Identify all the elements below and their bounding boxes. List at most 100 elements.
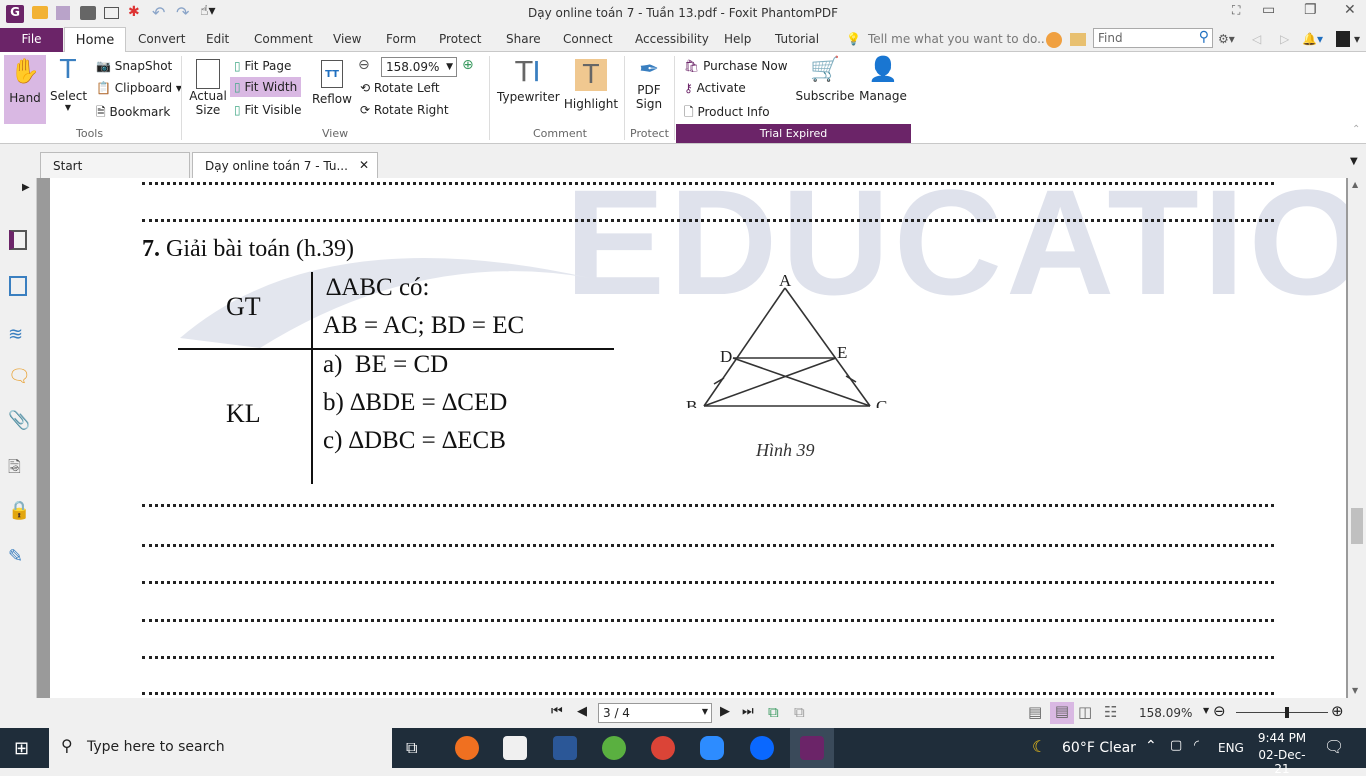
meet-now-icon[interactable]: ▢ [1170, 738, 1182, 753]
zoom-dropdown-icon[interactable]: ▼ [1203, 706, 1209, 715]
continuous-facing-icon[interactable]: ☷ [1104, 703, 1117, 721]
tab-comment[interactable]: Comment [254, 32, 313, 46]
product-info-button[interactable]: 🗋 Product Info [684, 103, 770, 124]
status-zoom-value[interactable]: 158.09% [1139, 706, 1192, 720]
subscribe-button[interactable]: 🛒 Subscribe [795, 55, 855, 125]
find-input[interactable]: Find ⚲ [1093, 28, 1213, 48]
accessibility-panel-icon[interactable]: ✎ [8, 546, 23, 567]
firefox-icon[interactable] [455, 736, 479, 760]
fit-width-button[interactable]: ▯ Fit Width [230, 77, 302, 97]
collapse-ribbon-icon[interactable]: ⌃ [1352, 124, 1360, 135]
chrome-icon[interactable] [651, 736, 675, 760]
status-zoom-out-icon[interactable]: ⊖ [1213, 702, 1226, 720]
tab-connect[interactable]: Connect [563, 32, 613, 46]
reflow-button[interactable]: TT Reflow [312, 55, 352, 125]
minimize-button[interactable]: ▭ [1262, 2, 1275, 18]
bookmark-button[interactable]: 🗎 Bookmark [96, 103, 170, 124]
signatures-panel-icon[interactable]: 🗟 [8, 456, 21, 483]
microsoft-store-icon[interactable] [503, 736, 527, 760]
hand-button[interactable]: ✋ Hand [4, 55, 46, 124]
bell-icon[interactable]: 🔔▾ [1302, 32, 1323, 46]
tab-list-dropdown-icon[interactable]: ▼ [1350, 156, 1358, 167]
expand-panel-icon[interactable]: ▶ [22, 182, 30, 193]
typewriter-button[interactable]: TI Typewriter [497, 55, 560, 125]
show-hidden-icons[interactable]: ⌃ [1145, 738, 1157, 754]
security-panel-icon[interactable]: 🔒 [8, 500, 30, 521]
vertical-scrollbar[interactable]: ▲ ▼ [1348, 178, 1366, 698]
search-icon[interactable]: ⚲ [1199, 29, 1209, 45]
scroll-down-icon[interactable]: ▼ [1352, 686, 1358, 695]
layers-panel-icon[interactable]: ≋ [8, 324, 23, 345]
restore-button[interactable]: ❐ [1304, 2, 1317, 18]
fullscreen-icon[interactable]: ⛶ [1232, 3, 1240, 18]
prev-icon[interactable]: ◁ [1252, 32, 1261, 46]
heart-icon[interactable] [1046, 32, 1062, 48]
first-page-icon[interactable]: ⏮ [551, 704, 563, 719]
pdf-page[interactable]: EDUCATION 7. Giải bài toán (h.39) GT ∆AB… [50, 178, 1346, 698]
weather-text[interactable]: 60°F Clear [1062, 740, 1136, 756]
tab-edit[interactable]: Edit [206, 32, 229, 46]
windows-start-icon[interactable]: ⊞ [14, 738, 29, 759]
attachments-panel-icon[interactable]: 📎 [8, 410, 30, 431]
coccoc-icon[interactable] [602, 736, 626, 760]
tab-tutorial[interactable]: Tutorial [775, 32, 819, 46]
task-view-icon[interactable]: ⧉ [406, 738, 417, 758]
user-avatar-icon[interactable] [1336, 31, 1350, 47]
pages-panel-icon[interactable] [9, 276, 27, 296]
tab-home[interactable]: Home [64, 27, 126, 53]
tab-view[interactable]: View [333, 32, 361, 46]
single-page-icon[interactable]: ▤ [1028, 703, 1042, 721]
status-zoom-in-icon[interactable]: ⊕ [1331, 702, 1344, 720]
foxit-taskbar-button[interactable] [790, 728, 834, 768]
tab-start[interactable]: Start [40, 152, 190, 178]
tab-file[interactable]: File [0, 28, 63, 52]
tab-help[interactable]: Help [724, 32, 751, 46]
taskbar-search-input[interactable]: ⚲ Type here to search [49, 728, 392, 768]
zoom-app-icon[interactable] [700, 736, 724, 760]
search-folder-icon[interactable] [1070, 33, 1086, 46]
zoom-select[interactable]: 158.09% ▼ [381, 57, 457, 77]
page-number-input[interactable]: 3 / 4 ▼ [598, 703, 712, 723]
last-page-icon[interactable]: ⏭ [742, 704, 754, 719]
activate-button[interactable]: ⚷ Activate [684, 81, 746, 95]
zoom-in-icon[interactable]: ⊕ [462, 57, 474, 73]
previous-view-icon[interactable]: ⧉ [768, 703, 779, 721]
settings-icon[interactable]: ⚙▾ [1218, 32, 1235, 46]
tell-me-input[interactable]: Tell me what you want to do.. [868, 32, 1045, 46]
clock[interactable]: 9:44 PM 02-Dec-21 [1252, 731, 1312, 776]
word-icon[interactable] [553, 736, 577, 760]
tab-protect[interactable]: Protect [439, 32, 481, 46]
snapshot-button[interactable]: 📷 SnapShot [96, 59, 172, 73]
tab-accessibility[interactable]: Accessibility [635, 32, 709, 46]
language-indicator[interactable]: ENG [1218, 741, 1244, 755]
scroll-thumb[interactable] [1351, 508, 1363, 544]
select-button[interactable]: T Select ▼ [50, 55, 87, 124]
comments-panel-icon[interactable]: 🗨 [8, 366, 31, 387]
close-tab-icon[interactable]: ✕ [359, 158, 369, 172]
rotate-right-button[interactable]: ⟳ Rotate Right [360, 103, 449, 117]
tab-document[interactable]: Dạy online toán 7 - Tu... ✕ [192, 152, 378, 178]
next-view-icon[interactable]: ⧉ [794, 703, 805, 721]
wifi-icon[interactable]: ◜ [1194, 738, 1199, 753]
continuous-page-icon[interactable]: ▤ [1050, 702, 1074, 724]
bookmarks-panel-icon[interactable] [9, 230, 27, 250]
next-page-icon[interactable]: ▶ [720, 704, 730, 719]
tab-form[interactable]: Form [386, 32, 416, 46]
fit-visible-button[interactable]: ▯ Fit Visible [234, 103, 302, 117]
zoom-out-icon[interactable]: ⊖ [358, 57, 370, 73]
next-icon[interactable]: ▷ [1280, 32, 1289, 46]
zalo-icon[interactable] [750, 736, 774, 760]
facing-page-icon[interactable]: ◫ [1078, 703, 1092, 721]
fit-page-button[interactable]: ▯ Fit Page [234, 59, 291, 73]
rotate-left-button[interactable]: ⟲ Rotate Left [360, 81, 440, 95]
highlight-button[interactable]: T Highlight [563, 55, 619, 125]
notifications-icon[interactable]: 🗨 [1324, 737, 1344, 756]
actual-size-button[interactable]: Actual Size [188, 55, 228, 125]
zoom-slider[interactable] [1236, 712, 1328, 713]
tab-convert[interactable]: Convert [138, 32, 185, 46]
zoom-slider-thumb[interactable] [1284, 707, 1289, 718]
user-dropdown-icon[interactable]: ▾ [1354, 32, 1360, 46]
manage-button[interactable]: 👤 Manage [858, 55, 908, 125]
purchase-now-button[interactable]: 🛍 Purchase Now [684, 59, 788, 73]
clipboard-button[interactable]: 📋 Clipboard ▾ [96, 81, 182, 95]
